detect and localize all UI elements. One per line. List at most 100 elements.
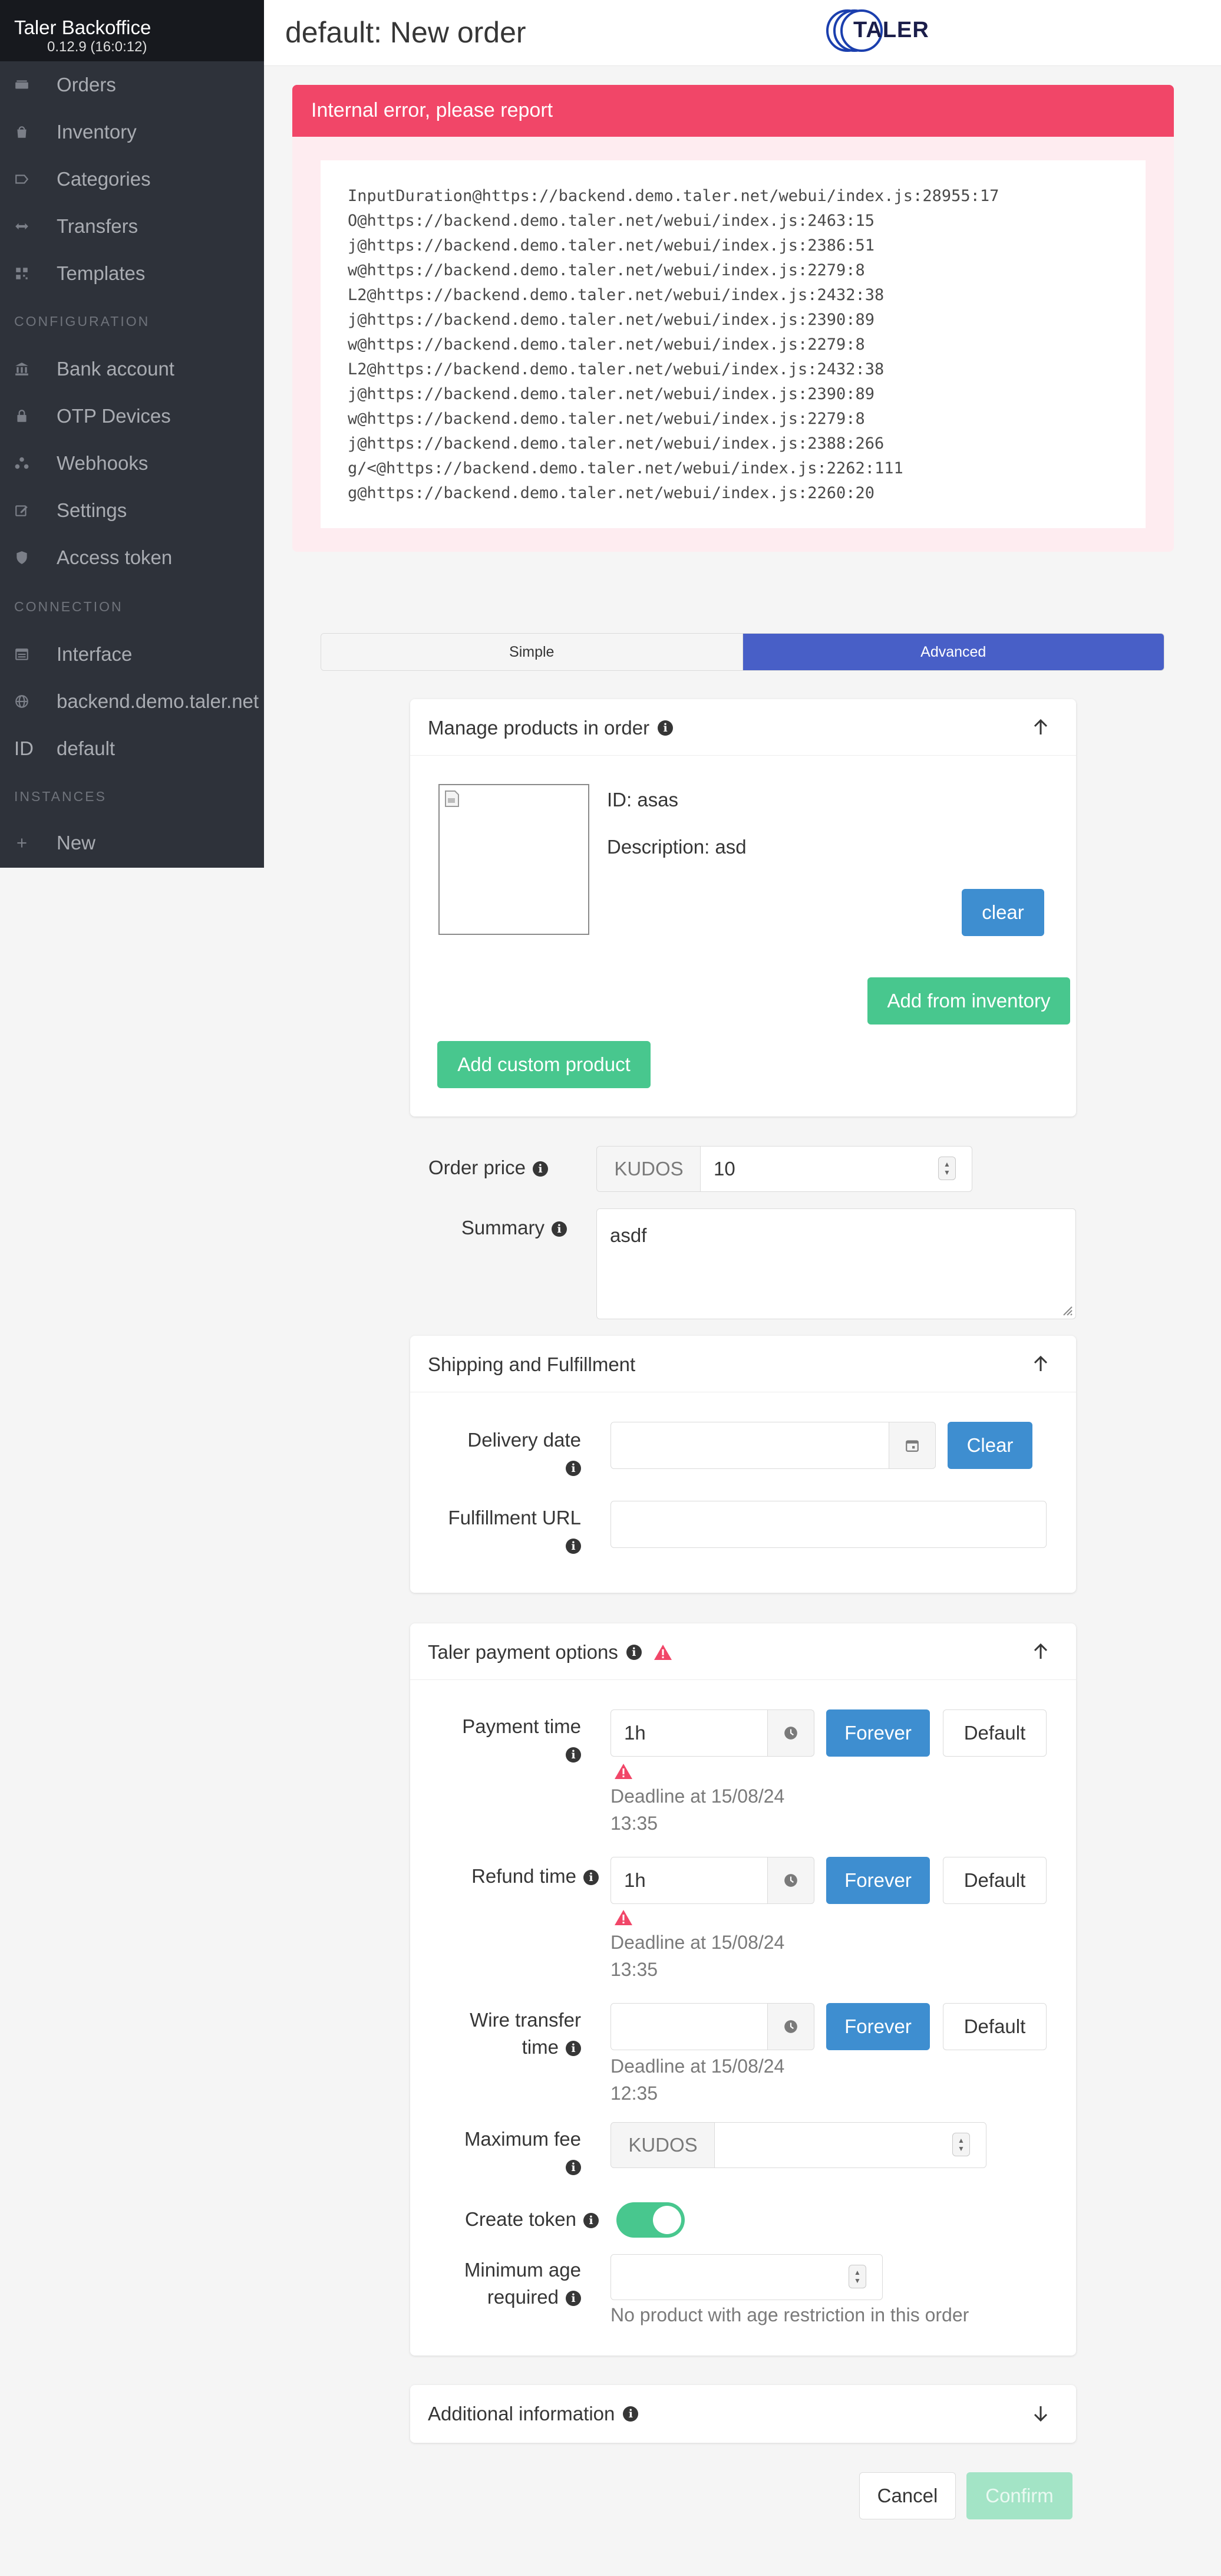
- payment-options-card: Taler payment options i Payment time i 1h…: [410, 1623, 1076, 2356]
- clock-icon: [784, 1874, 797, 1887]
- payment-card-header[interactable]: Taler payment options i: [410, 1623, 1076, 1680]
- wire-transfer-time-input[interactable]: [610, 2003, 768, 2050]
- refund-time-input[interactable]: 1h: [610, 1857, 768, 1904]
- maximum-fee-input[interactable]: [714, 2122, 986, 2168]
- warning-icon: [614, 1763, 633, 1785]
- info-icon[interactable]: i: [566, 2041, 581, 2057]
- payment-time-label: Payment time i: [446, 1713, 581, 1767]
- info-icon[interactable]: i: [566, 1461, 581, 1477]
- order-price-value: 10: [714, 1158, 735, 1180]
- trace-line: O@https://backend.demo.taler.net/webui/i…: [348, 212, 875, 230]
- delivery-date-input[interactable]: [610, 1422, 890, 1469]
- refund-time-default-button[interactable]: Default: [943, 1857, 1047, 1904]
- sidebar-item-label: Transfers: [57, 215, 138, 237]
- arrows-left-right-icon: [14, 219, 42, 234]
- brand-name: Taler: [14, 17, 57, 38]
- sidebar-item-orders[interactable]: Orders: [14, 67, 116, 103]
- payment-time-default-button[interactable]: Default: [943, 1709, 1047, 1757]
- trace-line: w@https://backend.demo.taler.net/webui/i…: [348, 410, 865, 428]
- info-icon[interactable]: i: [566, 2160, 581, 2176]
- sidebar-item-inventory[interactable]: Inventory: [14, 114, 137, 150]
- additional-info-header[interactable]: Additional information i: [410, 2385, 1076, 2442]
- add-from-inventory-button[interactable]: Add from inventory: [867, 977, 1070, 1025]
- products-card-header[interactable]: Manage products in order i: [410, 699, 1076, 756]
- brand-suffix: Backoffice: [61, 17, 151, 38]
- clear-delivery-date-button[interactable]: Clear: [948, 1422, 1032, 1469]
- info-icon[interactable]: i: [583, 2213, 599, 2229]
- info-icon[interactable]: i: [626, 1645, 642, 1660]
- label-text: Delivery date: [467, 1429, 581, 1451]
- shipping-card-header[interactable]: Shipping and Fulfillment: [410, 1336, 1076, 1392]
- confirm-button[interactable]: Confirm: [966, 2472, 1072, 2519]
- product-id: ID: asas: [607, 789, 679, 811]
- sidebar-item-instance-id[interactable]: ID default: [14, 731, 115, 766]
- cancel-button[interactable]: Cancel: [859, 2472, 956, 2519]
- order-price-stepper[interactable]: ▲ ▼: [938, 1157, 956, 1180]
- info-icon[interactable]: i: [583, 1870, 599, 1886]
- sidebar-item-transfers[interactable]: Transfers: [14, 209, 138, 244]
- order-price-label: Order price i: [412, 1154, 548, 1181]
- clock-icon: [784, 1727, 797, 1740]
- info-icon[interactable]: i: [566, 1539, 581, 1554]
- sidebar-item-settings[interactable]: Settings: [14, 493, 127, 528]
- min-age-stepper[interactable]: ▲ ▼: [849, 2265, 866, 2288]
- toggle-knob: [653, 2206, 681, 2234]
- chevron-down-icon[interactable]: [1032, 2404, 1049, 2423]
- sidebar-item-new-instance[interactable]: New: [14, 825, 95, 861]
- wire-time-forever-button[interactable]: Forever: [826, 2003, 930, 2050]
- trace-line: InputDuration@https://backend.demo.taler…: [348, 187, 999, 205]
- sidebar-item-bank-account[interactable]: Bank account: [14, 351, 174, 387]
- info-icon[interactable]: i: [623, 2406, 639, 2422]
- sidebar-item-otp-devices[interactable]: OTP Devices: [14, 398, 171, 434]
- fulfillment-url-input[interactable]: [610, 1501, 1047, 1548]
- section-label-connection: CONNECTION: [14, 599, 123, 614]
- tab-advanced[interactable]: Advanced: [742, 634, 1164, 670]
- resize-grip-icon[interactable]: [1061, 1305, 1073, 1316]
- add-custom-product-button[interactable]: Add custom product: [437, 1041, 651, 1088]
- card-title-text: Taler payment options: [428, 1641, 618, 1663]
- bank-icon: [14, 361, 42, 377]
- clear-product-button[interactable]: clear: [962, 889, 1044, 936]
- maximum-fee-label: Maximum fee i: [446, 2126, 581, 2180]
- sidebar-item-label: Inventory: [57, 121, 137, 143]
- info-icon[interactable]: i: [552, 1221, 567, 1237]
- trace-line: L2@https://backend.demo.taler.net/webui/…: [348, 360, 885, 378]
- sidebar-item-label: Settings: [57, 499, 127, 521]
- payment-time-forever-button[interactable]: Forever: [826, 1709, 930, 1757]
- label-text: Payment time: [462, 1715, 581, 1737]
- trace-line: j@https://backend.demo.taler.net/webui/i…: [348, 236, 875, 255]
- info-icon[interactable]: i: [533, 1161, 548, 1177]
- wire-time-default-button[interactable]: Default: [943, 2003, 1047, 2050]
- chevron-up-icon[interactable]: [1032, 718, 1049, 737]
- sidebar-item-webhooks[interactable]: Webhooks: [14, 446, 148, 481]
- refund-time-label: Refund time i: [434, 1863, 599, 1890]
- sidebar-item-access-token[interactable]: Access token: [14, 540, 172, 575]
- sidebar-item-label: backend.demo.taler.net: [57, 690, 259, 712]
- sidebar-item-interface[interactable]: Interface: [14, 637, 132, 672]
- payment-card-title: Taler payment options i: [428, 1641, 672, 1663]
- payment-time-input[interactable]: 1h: [610, 1709, 768, 1757]
- sidebar-item-templates[interactable]: Templates: [14, 256, 145, 291]
- max-fee-stepper[interactable]: ▲ ▼: [952, 2133, 970, 2156]
- products-card-title: Manage products in order i: [428, 717, 674, 739]
- products-card: Manage products in order i ID: asas Desc…: [410, 699, 1076, 1116]
- chevron-up-icon[interactable]: [1032, 1642, 1049, 1661]
- info-icon[interactable]: i: [566, 1747, 581, 1763]
- brand-title: Taler Backoffice: [14, 17, 264, 39]
- refund-time-forever-button[interactable]: Forever: [826, 1857, 930, 1904]
- section-label-configuration: CONFIGURATION: [14, 314, 150, 329]
- chevron-up-icon[interactable]: [1032, 1355, 1049, 1373]
- qr-code-icon: [14, 266, 42, 281]
- summary-textarea[interactable]: asdf: [596, 1208, 1076, 1319]
- order-price-input[interactable]: 10: [700, 1146, 972, 1192]
- payment-time-value: 1h: [624, 1722, 646, 1744]
- product-description: Description: asd: [607, 836, 747, 858]
- sidebar-item-categories[interactable]: Categories: [14, 162, 151, 197]
- minimum-age-input[interactable]: [610, 2254, 883, 2300]
- info-icon[interactable]: i: [566, 2291, 581, 2307]
- calendar-button[interactable]: [889, 1422, 936, 1469]
- create-token-toggle[interactable]: [616, 2202, 685, 2238]
- sidebar-item-backend[interactable]: backend.demo.taler.net: [14, 684, 259, 719]
- info-icon[interactable]: i: [658, 720, 674, 736]
- tab-simple[interactable]: Simple: [321, 634, 743, 670]
